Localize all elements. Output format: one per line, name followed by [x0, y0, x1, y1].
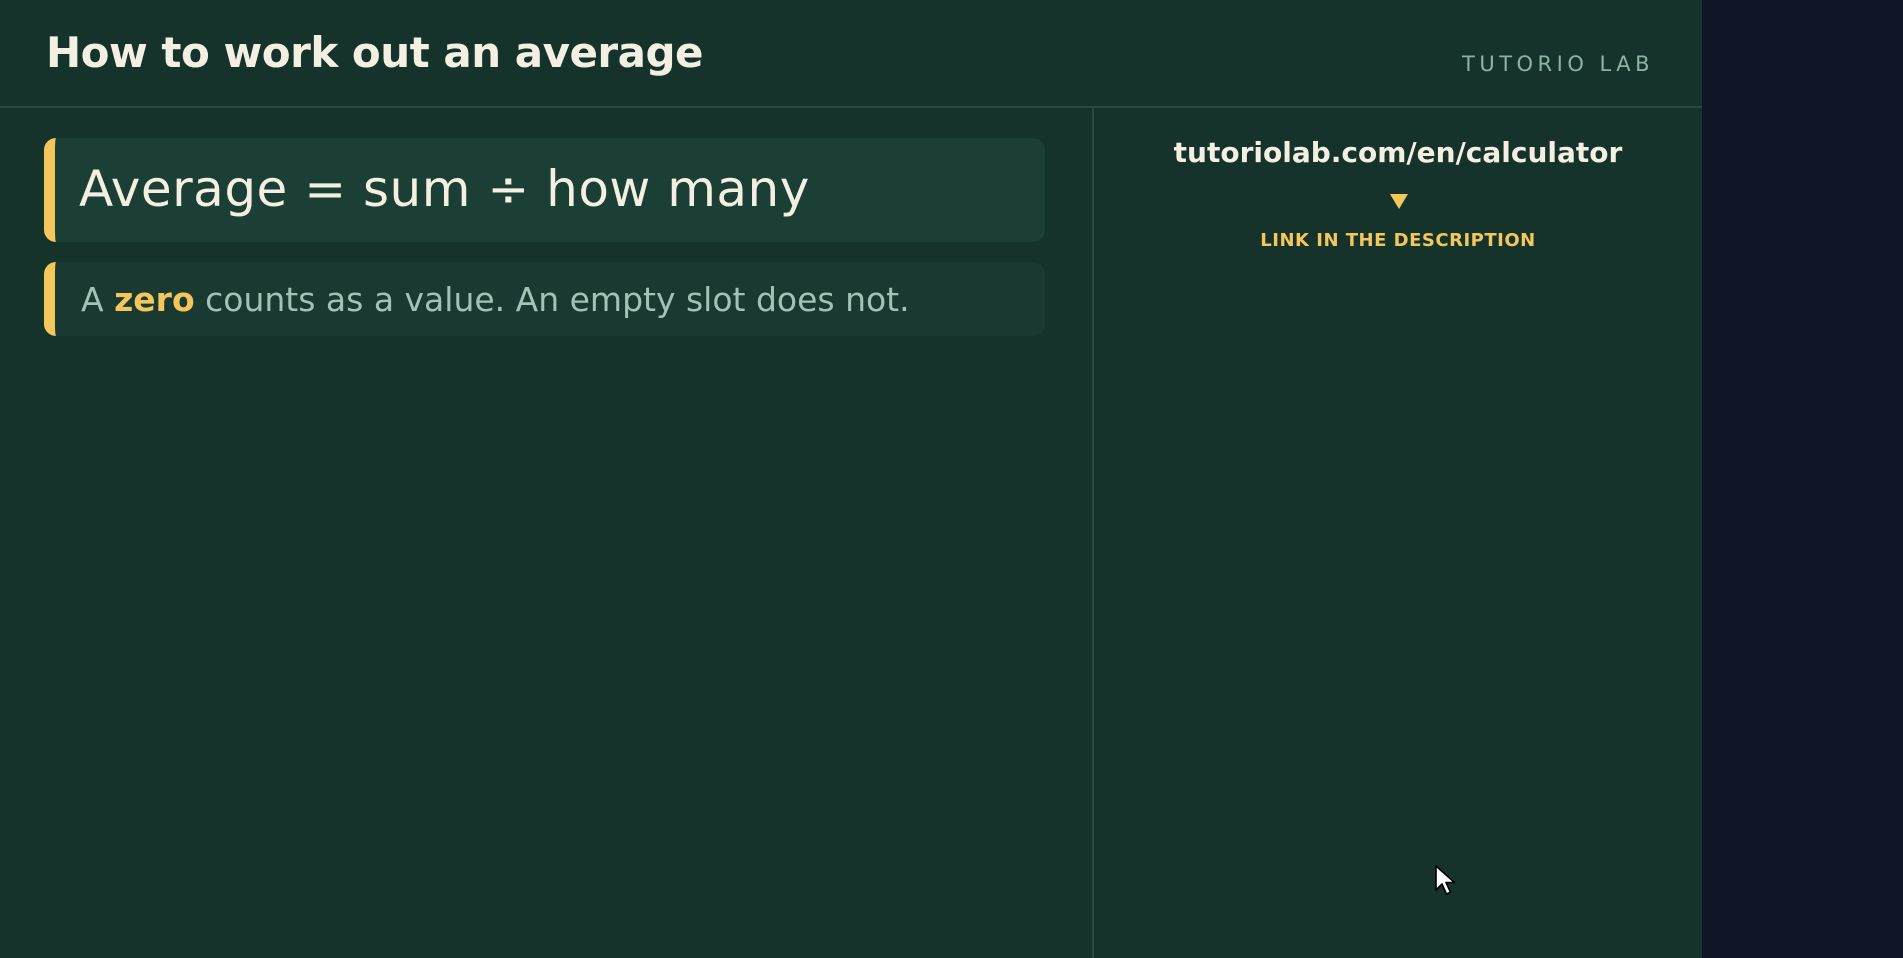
- mouse-pointer-icon: [1435, 865, 1456, 895]
- link-panel: tutoriolab.com/en/calculator LINK IN THE…: [1094, 108, 1702, 308]
- link-caption: LINK IN THE DESCRIPTION: [1260, 230, 1536, 251]
- brand-label: TUTORIO LAB: [1462, 52, 1654, 76]
- outside-area: [1702, 0, 1903, 958]
- page-title: How to work out an average: [46, 28, 704, 77]
- formula-text: Average = sum ÷ how many: [79, 160, 810, 218]
- note-highlight: zero: [114, 280, 195, 319]
- note-text: A zero counts as a value. An empty slot …: [81, 280, 910, 319]
- note-suffix: counts as a value. An empty slot does no…: [205, 280, 910, 319]
- note-prefix: A: [81, 280, 104, 319]
- calculator-link[interactable]: tutoriolab.com/en/calculator: [1094, 136, 1702, 169]
- down-triangle-icon: [1390, 194, 1408, 209]
- lesson-board: How to work out an average TUTORIO LAB A…: [0, 0, 1702, 958]
- formula-card: Average = sum ÷ how many: [44, 138, 1045, 242]
- note-card: A zero counts as a value. An empty slot …: [44, 262, 1045, 336]
- header: How to work out an average TUTORIO LAB: [0, 0, 1702, 108]
